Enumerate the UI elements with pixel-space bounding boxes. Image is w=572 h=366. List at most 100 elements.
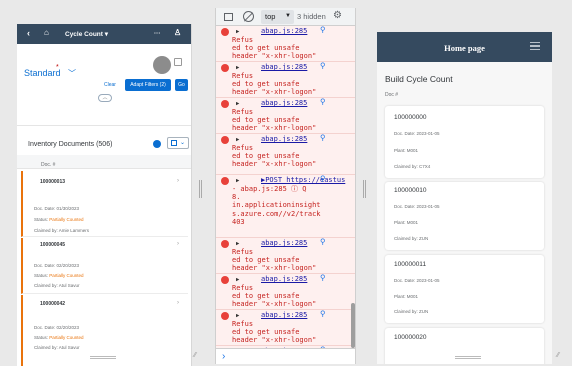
status-value: Partially Counted [49, 335, 84, 340]
source-link[interactable]: abap.js:285 [261, 239, 307, 247]
chevron-right-icon: › [177, 178, 179, 184]
share-icon[interactable] [174, 58, 182, 66]
table-settings-icon[interactable] [171, 140, 177, 146]
expand-triangle-icon[interactable]: ▶ [236, 64, 239, 72]
search-icon[interactable]: ⚲ [320, 61, 326, 70]
hamburger-menu-icon[interactable] [530, 42, 540, 50]
search-icon[interactable]: ⚲ [320, 26, 326, 34]
error-icon [221, 100, 229, 108]
pane-splitter[interactable] [363, 180, 366, 198]
dropdown-arrow-icon[interactable]: ▼ [285, 13, 291, 19]
console-messages: ▶ abap.js:285 ⚲ Refus ed to get unsafe head… [216, 26, 355, 348]
chevron-down-icon[interactable]: ⌄ [180, 139, 185, 146]
search-icon[interactable]: ⚲ [320, 309, 326, 318]
doc-number: 100000010 [394, 187, 427, 194]
error-icon [221, 177, 229, 185]
message-text: - abap.js:285 ⓘ Q 8. in.applicationinsig… [232, 185, 321, 226]
source-link[interactable]: abap.js:285 [261, 27, 307, 35]
settings-icon[interactable] [153, 140, 161, 148]
scrollbar-thumb[interactable] [351, 303, 355, 348]
doc-number: 100000011 [394, 261, 427, 268]
chevron-down-icon[interactable]: ﹀ [68, 68, 76, 79]
clear-button[interactable]: Clear [104, 82, 116, 88]
context-value: top [265, 12, 276, 21]
message-text: Refus ed to get unsafe header "x-xhr-log… [232, 248, 317, 273]
go-button[interactable]: Go [175, 79, 188, 91]
list-item[interactable]: 100000000 Doc. Date: 2023-01-05 Plant: M… [385, 106, 544, 178]
source-link[interactable]: abap.js:285 [261, 63, 307, 71]
table-row[interactable]: 100000045 › Doc. Date: 02/20/2023 Status… [21, 238, 188, 294]
expand-triangle-icon[interactable]: ▶ [236, 312, 239, 320]
variant-modified-asterisk: * [56, 64, 59, 71]
home-icon[interactable]: ⌂ [44, 28, 49, 37]
search-icon[interactable]: ⚲ [320, 97, 326, 106]
claimed-by: Claimed by: ZUN [394, 309, 429, 314]
sidebar-toggle-icon[interactable] [224, 13, 233, 21]
page-title: Build Cycle Count [385, 74, 453, 84]
console-error-message: ▶ abap.js:285 ⚲Refus ed to get unsafe head… [216, 97, 355, 134]
expand-triangle-icon[interactable]: ▶ [236, 276, 239, 284]
user-icon[interactable]: ♙ [174, 28, 181, 37]
chevron-right-icon: › [177, 241, 179, 247]
expand-triangle-icon[interactable]: ▶ [236, 136, 239, 144]
resize-corner-icon[interactable]: ⁄⁄ [557, 352, 559, 359]
search-icon[interactable]: ⚲ [320, 273, 326, 282]
doc-label: Doc # [385, 92, 399, 98]
gear-icon[interactable]: ⚙ [333, 10, 342, 21]
search-icon[interactable]: ⚲ [320, 133, 326, 142]
doc-date: Doc. Date: 2023-01-05 [394, 204, 440, 209]
clear-console-icon[interactable] [243, 11, 254, 22]
list-item[interactable]: 100000011 Doc. Date: 2023-01-05 Plant: M… [385, 255, 544, 323]
search-icon[interactable]: ⚲ [320, 237, 326, 246]
doc-number: 100000000 [394, 114, 427, 121]
expand-triangle-icon[interactable]: ▶ [236, 100, 239, 108]
hidden-messages-count[interactable]: 3 hidden [297, 12, 326, 21]
doc-date: Doc. Date: 01/30/2023 [34, 206, 80, 211]
expand-triangle-icon[interactable]: ▶ [236, 240, 239, 248]
source-link[interactable]: abap.js:285 [261, 99, 307, 107]
header-title: Home page [444, 43, 485, 53]
app-title-menu[interactable]: Cycle Count ▾ [65, 30, 108, 38]
source-link[interactable]: ▶POST https://eastus [261, 176, 345, 184]
cycle-count-app-pane: ‹ ⌂ Cycle Count ▾ ··· ♙ Standard * ﹀ Cle… [17, 24, 192, 366]
claimed-by: Claimed by: Amie Lammers [34, 228, 90, 233]
expand-triangle-icon[interactable]: ▶ [236, 28, 239, 36]
console-error-message: ▶ abap.js:285 ⚲Refus ed to get unsafe head… [216, 237, 355, 274]
claimed-by: Claimed by: C7X4 [394, 164, 431, 169]
table-row[interactable]: 100000013 › Doc. Date: 01/30/2023 Status… [21, 171, 188, 237]
collapse-header-button[interactable]: ︿ [98, 94, 112, 102]
expand-triangle-icon[interactable]: ▶ [236, 177, 239, 185]
status-label: Status: [34, 273, 50, 278]
source-link[interactable]: abap.js:285 [261, 311, 307, 319]
source-link[interactable]: abap.js:285 [261, 135, 307, 143]
resize-grip[interactable] [455, 356, 481, 359]
error-icon [221, 276, 229, 284]
doc-number: 100000020 [394, 334, 427, 341]
list-item[interactable]: 100000010 Doc. Date: 2023-01-05 Plant: M… [385, 182, 544, 250]
console-error-message: ▶ abap.js:285 ⚲Refus ed to get unsafe head… [216, 61, 355, 98]
message-text: Refus ed to get unsafe header "x-xhr-log… [232, 320, 317, 345]
source-link[interactable]: abap.js:285 [261, 275, 307, 283]
plant: Plant: M001 [394, 294, 419, 299]
search-icon[interactable]: ⚲ [320, 174, 326, 183]
claimed-by: Claimed by: Atul Savur [34, 283, 80, 288]
resize-grip[interactable] [90, 356, 116, 359]
back-icon[interactable]: ‹ [27, 28, 30, 38]
pane-splitter[interactable] [199, 180, 202, 198]
console-error-message: ▶ abap.js:285 ⚲Refus ed to get unsafe head… [216, 133, 355, 175]
resize-corner-icon[interactable]: ⁄⁄ [194, 352, 196, 359]
console-input[interactable]: › [216, 348, 355, 364]
devtools-console: top ▼ 3 hidden ⚙ ▶ abap.js:285 ⚲ Refus ed t… [215, 8, 356, 364]
doc-date: Doc. Date: 2023-01-05 [394, 131, 440, 136]
doc-number: 100000013 [40, 179, 66, 185]
adapt-filters-button[interactable]: Adapt Filters (2) [125, 79, 171, 91]
status-text: Status: Partially Counted [34, 335, 84, 340]
doc-number: 100000042 [40, 301, 66, 307]
console-error-message: ▶ abap.js:285 ⚲Refus ed to get unsafe head… [216, 26, 355, 62]
status-text: Status: Partially Counted [34, 217, 84, 222]
more-icon[interactable]: ··· [154, 30, 161, 37]
console-error-message: ▶ ▶POST https://eastus ⚲ - abap.js:285 ⓘ Q … [216, 174, 355, 238]
message-text: Refus ed to get unsafe header "x-xhr-log… [232, 144, 317, 169]
doc-date: Doc. Date: 2023-01-05 [394, 278, 440, 283]
table-toolbar-buttons[interactable]: ⌄ [167, 137, 189, 149]
